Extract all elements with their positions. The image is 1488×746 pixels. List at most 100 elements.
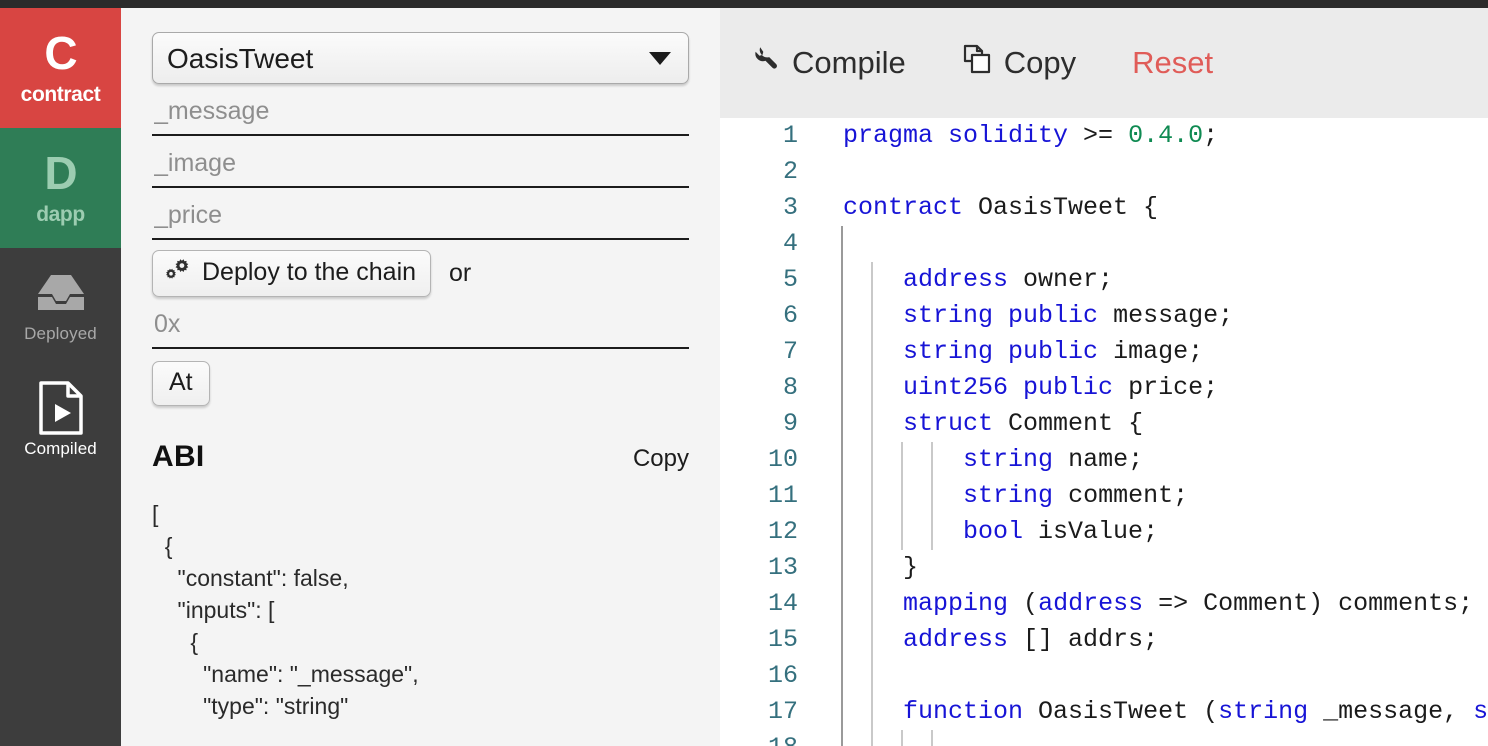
indent-guide: [931, 730, 934, 746]
code-text: function OasisTweet (string _message, st…: [903, 697, 1488, 726]
indent-guide: [871, 694, 874, 730]
editor-toolbar: Compile Copy Reset: [720, 8, 1488, 118]
copy-pages-icon: [962, 43, 992, 83]
rail-item-deployed-label: Deployed: [24, 323, 97, 343]
line-number: 4: [782, 229, 798, 258]
code-area[interactable]: 1 pragma solidity >= 0.4.0; 2 3 contract Oas…: [720, 118, 1488, 746]
message-field[interactable]: [152, 92, 689, 136]
indent-guide: [841, 370, 843, 406]
indent-guide: [841, 334, 843, 370]
code-line: 13 }: [720, 550, 1488, 586]
contract-select[interactable]: OasisTweet: [152, 32, 689, 84]
code-line: 18: [720, 730, 1488, 746]
rail-tile-contract[interactable]: C contract: [0, 8, 121, 128]
indent-guide: [871, 406, 874, 442]
rail-item-compiled[interactable]: Compiled: [0, 363, 121, 478]
contract-ide-window: C contract D dapp Deployed Compiled Oasi…: [0, 0, 1488, 746]
code-text: address [] addrs;: [903, 625, 1159, 654]
abi-copy-button[interactable]: Copy: [633, 445, 689, 473]
contract-select-wrapper: OasisTweet: [152, 32, 689, 84]
rail-item-deployed[interactable]: Deployed: [0, 248, 121, 363]
indent-guide: [931, 514, 934, 550]
indent-guide: [871, 262, 874, 298]
indent-guide: [901, 442, 904, 478]
code-line: 3 contract OasisTweet {: [720, 190, 1488, 226]
indent-guide: [841, 262, 843, 298]
copy-code-button[interactable]: Copy: [962, 43, 1076, 83]
indent-guide: [841, 730, 843, 746]
rail-tile-contract-label: contract: [20, 82, 101, 106]
indent-guide: [871, 658, 874, 694]
compile-button-label: Compile: [792, 45, 906, 80]
indent-guide: [871, 298, 874, 334]
code-text: struct Comment {: [903, 409, 1144, 438]
code-text: }: [843, 553, 919, 582]
line-number: 3: [782, 193, 798, 222]
contract-address-field[interactable]: [152, 305, 689, 349]
rail-tile-dapp[interactable]: D dapp: [0, 128, 121, 248]
code-text: bool isValue;: [963, 517, 1159, 546]
indent-guide: [841, 694, 843, 730]
indent-guide: [871, 514, 874, 550]
deploy-row: Deploy to the chain or: [152, 250, 689, 297]
line-number: 16: [767, 661, 798, 690]
code-text: address owner;: [903, 265, 1114, 294]
price-field[interactable]: [152, 196, 689, 240]
indent-guide: [871, 622, 874, 658]
indent-guide: [901, 478, 904, 514]
reset-button[interactable]: Reset: [1132, 45, 1213, 81]
indent-guide: [841, 406, 843, 442]
line-number: 12: [767, 517, 798, 546]
line-number: 15: [767, 625, 798, 654]
line-number: 11: [767, 481, 798, 510]
line-number: 1: [782, 121, 798, 150]
line-number: 7: [782, 337, 798, 366]
line-number: 10: [767, 445, 798, 474]
window-chrome-bar: [0, 0, 1488, 8]
inbox-tray-icon: [34, 268, 88, 318]
code-text: string name;: [963, 445, 1144, 474]
indent-guide: [841, 622, 843, 658]
code-line: 4: [720, 226, 1488, 262]
code-line: 5 address owner;: [720, 262, 1488, 298]
indent-guide: [841, 442, 843, 478]
code-line: 1 pragma solidity >= 0.4.0;: [720, 118, 1488, 154]
indent-guide: [871, 334, 874, 370]
indent-guide: [931, 442, 934, 478]
code-line: 11 string comment;: [720, 478, 1488, 514]
indent-guide: [871, 442, 874, 478]
code-text: pragma solidity >= 0.4.0;: [843, 121, 1219, 150]
line-number: 6: [782, 301, 798, 330]
code-text: string comment;: [963, 481, 1189, 510]
code-line: 17 function OasisTweet (string _message,…: [720, 694, 1488, 730]
line-number: 18: [720, 730, 798, 746]
abi-title: ABI: [152, 440, 205, 473]
code-line: 16: [720, 658, 1488, 694]
code-text: mapping (address => Comment) comments;: [903, 589, 1474, 618]
code-text: uint256 public price;: [903, 373, 1219, 402]
wrench-icon: [748, 43, 780, 83]
indent-guide: [901, 514, 904, 550]
indent-guide: [871, 478, 874, 514]
line-number: 5: [782, 265, 798, 294]
contract-deploy-panel: OasisTweet _message _image _price Deploy…: [121, 8, 720, 746]
compile-button[interactable]: Compile: [748, 43, 906, 83]
code-line: 6 string public message;: [720, 298, 1488, 334]
indent-guide: [841, 514, 843, 550]
code-line: 7 string public image;: [720, 334, 1488, 370]
code-line: 14 mapping (address => Comment) comments…: [720, 586, 1488, 622]
deploy-button[interactable]: Deploy to the chain: [152, 250, 432, 297]
at-button[interactable]: At: [152, 361, 210, 406]
indent-guide: [841, 298, 843, 334]
line-number: 8: [782, 373, 798, 402]
at-button-label: At: [169, 368, 193, 396]
indent-guide: [841, 586, 843, 622]
cogs-icon: [165, 257, 193, 288]
deploy-button-label: Deploy to the chain: [202, 258, 417, 286]
image-field[interactable]: [152, 144, 689, 188]
code-line: 2: [720, 154, 1488, 190]
file-play-icon: [38, 380, 84, 435]
abi-header: ABI Copy: [152, 440, 689, 474]
indent-guide: [871, 730, 874, 746]
copy-code-button-label: Copy: [1003, 45, 1077, 80]
